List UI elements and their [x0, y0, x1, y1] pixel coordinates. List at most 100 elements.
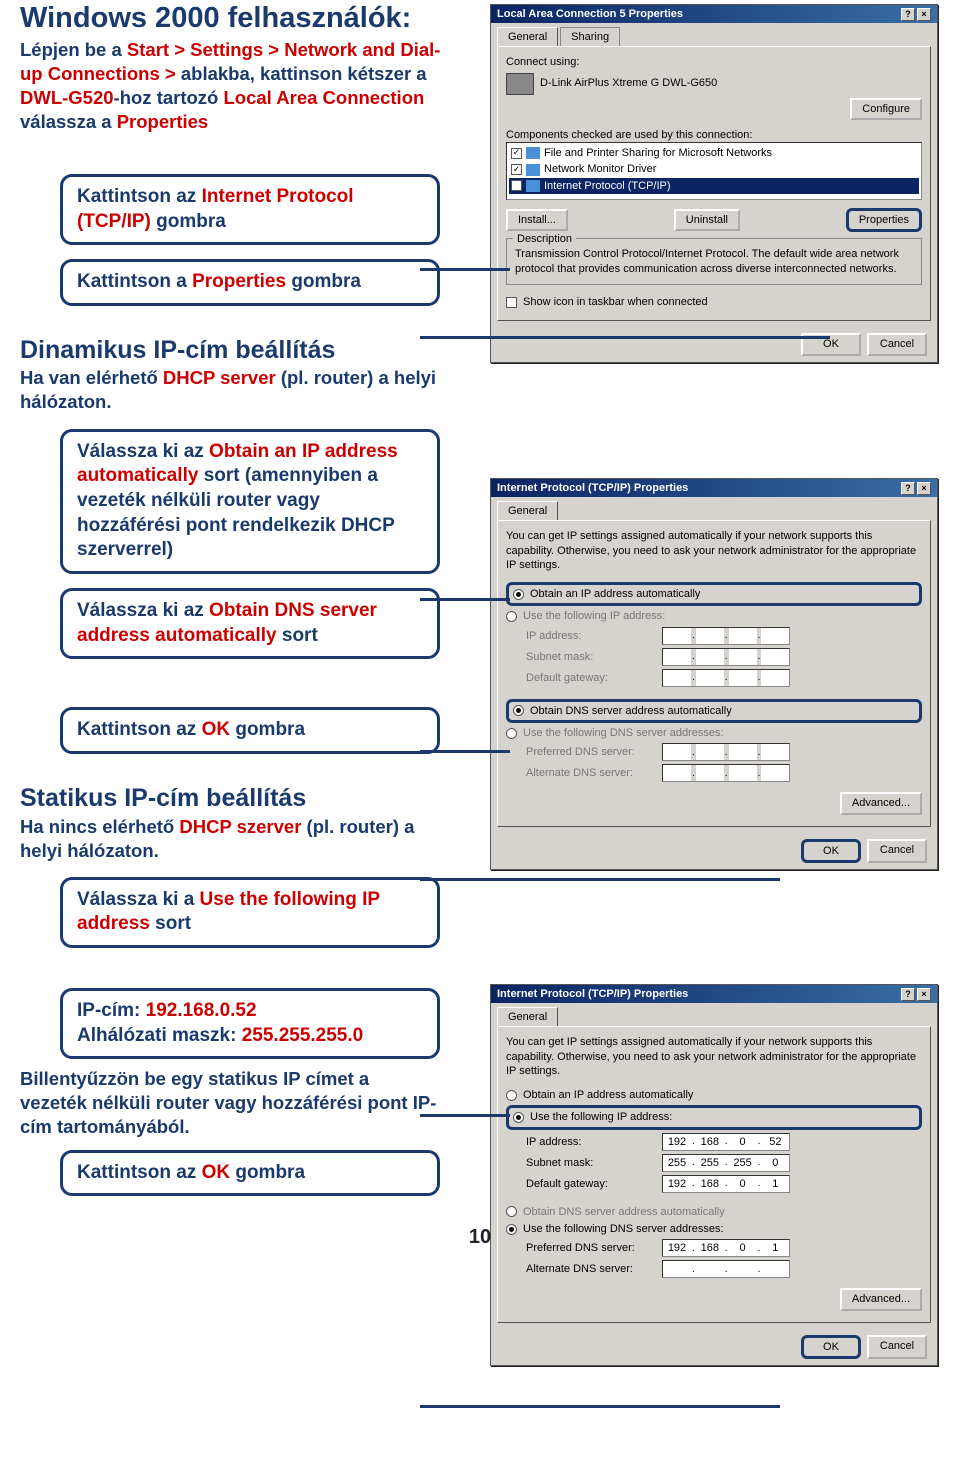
adapter-icon	[506, 73, 534, 95]
ip-octet[interactable]	[761, 1134, 789, 1150]
checkbox-icon[interactable]	[511, 164, 522, 175]
callout-use-following-ip: Válassza ki a Use the following IP addre…	[60, 877, 440, 948]
alt-dns-label: Alternate DNS server:	[526, 1262, 656, 1276]
ip-octet[interactable]	[663, 1261, 691, 1277]
intro-red4: Properties	[117, 111, 209, 132]
cancel-button[interactable]: Cancel	[867, 839, 927, 863]
ip-octet[interactable]	[663, 1155, 691, 1171]
c8-pre: Kattintson az	[77, 1162, 202, 1183]
radio-auto-dns[interactable]	[506, 1206, 517, 1217]
c8-post: gombra	[230, 1162, 305, 1183]
dlg2-info: You can get IP settings assigned automat…	[506, 529, 922, 572]
connector-line	[420, 1114, 510, 1117]
intro-post2: -hoz tartozó	[114, 87, 224, 108]
checkbox-icon[interactable]	[511, 148, 522, 159]
callout-ok-1: Kattintson az OK gombra	[60, 707, 440, 754]
cancel-button[interactable]: Cancel	[867, 333, 927, 355]
component-icon	[526, 180, 540, 192]
connector-line	[420, 1405, 780, 1408]
c2-post: gombra	[286, 271, 361, 292]
advanced-button[interactable]: Advanced...	[840, 1288, 922, 1310]
intro-red2: DWL-G520	[20, 87, 114, 108]
dlg3-info: You can get IP settings assigned automat…	[506, 1035, 922, 1078]
ip-octet[interactable]	[729, 1176, 757, 1192]
ip-field[interactable]: . . .	[662, 1133, 790, 1151]
ip-octet[interactable]	[761, 1176, 789, 1192]
help-icon[interactable]: ?	[901, 8, 915, 21]
ip-octet[interactable]	[696, 1155, 724, 1171]
gateway-label: Default gateway:	[526, 671, 656, 685]
connector-line	[420, 336, 830, 339]
help-icon[interactable]: ?	[901, 988, 915, 1001]
ip-octet[interactable]	[729, 1261, 757, 1277]
ip-octet[interactable]	[663, 1240, 691, 1256]
advanced-button[interactable]: Advanced...	[840, 792, 922, 814]
ip-octet[interactable]	[761, 1155, 789, 1171]
ip-octet[interactable]	[696, 1176, 724, 1192]
close-icon[interactable]: ×	[917, 988, 931, 1001]
radio-use-dns[interactable]	[506, 1224, 517, 1235]
ip-octet[interactable]	[729, 1134, 757, 1150]
radio-use-ip[interactable]	[513, 1112, 524, 1123]
ip-octet[interactable]	[696, 1240, 724, 1256]
ip-octet[interactable]	[729, 1240, 757, 1256]
windows2000-heading: Windows 2000 felhasználók:	[20, 0, 460, 38]
ip-octet[interactable]	[729, 1155, 757, 1171]
ip-octet[interactable]	[663, 1134, 691, 1150]
opt-auto-ip: Obtain an IP address automatically	[523, 1088, 693, 1102]
gateway-field: ...	[662, 669, 790, 687]
dlg-tcpip-auto: Internet Protocol (TCP/IP) Properties ? …	[490, 478, 938, 870]
radio-auto-dns[interactable]	[513, 705, 524, 716]
ip-octet[interactable]	[761, 1240, 789, 1256]
close-icon[interactable]: ×	[917, 8, 931, 21]
tab-sharing[interactable]: Sharing	[560, 27, 620, 46]
c7b: Alhálózati maszk:	[77, 1025, 242, 1046]
close-icon[interactable]: ×	[917, 482, 931, 495]
ip-octet[interactable]	[696, 1134, 724, 1150]
pref-dns-field[interactable]: . . .	[662, 1239, 790, 1257]
configure-button[interactable]: Configure	[850, 98, 922, 120]
callout-ok-2: Kattintson az OK gombra	[60, 1150, 440, 1197]
connector-line	[420, 598, 510, 601]
c7b-red: 255.255.255.0	[242, 1025, 364, 1046]
connector-line	[420, 878, 780, 881]
help-icon[interactable]: ?	[901, 482, 915, 495]
intro-pre: Lépjen be a	[20, 39, 127, 60]
tab-general[interactable]: General	[497, 501, 558, 520]
properties-button[interactable]: Properties	[846, 208, 922, 232]
checkbox-icon[interactable]	[511, 180, 522, 191]
pref-dns-label: Preferred DNS server:	[526, 745, 656, 759]
description-legend: Description	[513, 232, 576, 246]
static-ip-sub: Ha nincs elérhető DHCP szerver (pl. rout…	[20, 815, 460, 863]
ip-octet[interactable]	[761, 1261, 789, 1277]
ok-button[interactable]: OK	[801, 1335, 861, 1359]
gateway-field[interactable]: . . .	[662, 1175, 790, 1193]
c8-red: OK	[202, 1162, 231, 1183]
description-text: Transmission Control Protocol/Internet P…	[515, 247, 913, 276]
ip-label: IP address:	[526, 1135, 656, 1149]
adapter-name: D-Link AirPlus Xtreme G DWL-G650	[540, 76, 922, 90]
radio-auto-ip[interactable]	[513, 589, 524, 600]
alt-dns-field[interactable]: . . .	[662, 1260, 790, 1278]
uninstall-button[interactable]: Uninstall	[674, 209, 740, 231]
ip-octet[interactable]	[663, 1176, 691, 1192]
show-icon-label: Show icon in taskbar when connected	[523, 295, 708, 309]
dlg1-titlebar: Local Area Connection 5 Properties ? ×	[491, 5, 937, 23]
component-icon	[526, 164, 540, 176]
show-icon-checkbox[interactable]	[506, 297, 517, 308]
radio-auto-ip[interactable]	[506, 1090, 517, 1101]
callout-obtain-ip-auto: Válassza ki az Obtain an IP address auto…	[60, 429, 440, 574]
ip-octet[interactable]	[696, 1261, 724, 1277]
ok-button[interactable]: OK	[801, 839, 861, 863]
subnet-label: Subnet mask:	[526, 1156, 656, 1170]
install-button[interactable]: Install...	[506, 209, 568, 231]
subnet-field[interactable]: . . .	[662, 1154, 790, 1172]
cancel-button[interactable]: Cancel	[867, 1335, 927, 1359]
components-list[interactable]: File and Printer Sharing for Microsoft N…	[506, 142, 922, 200]
tab-general[interactable]: General	[497, 27, 558, 46]
opt-use-dns: Use the following DNS server addresses:	[523, 726, 724, 740]
tab-general[interactable]: General	[497, 1007, 558, 1026]
radio-use-dns[interactable]	[506, 728, 517, 739]
opt-auto-ip: Obtain an IP address automatically	[530, 587, 700, 601]
radio-use-ip[interactable]	[506, 611, 517, 622]
